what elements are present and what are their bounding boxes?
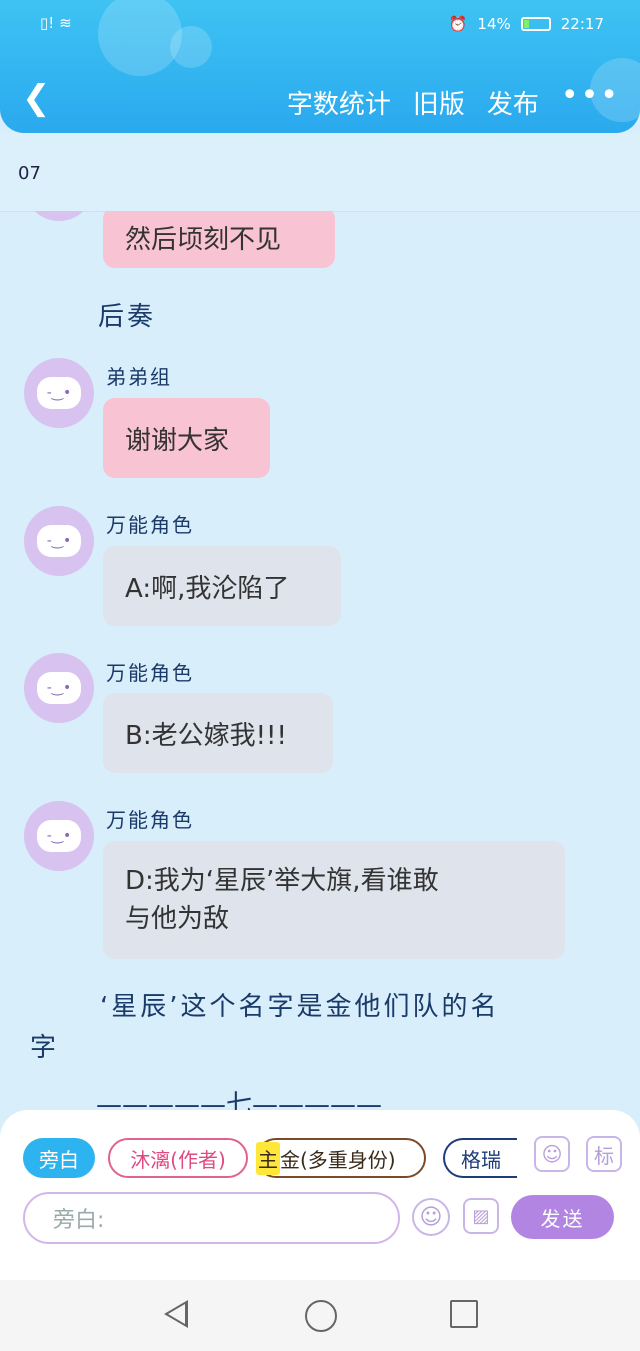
alarm-icon: ⏰: [448, 15, 468, 33]
message-text: B:老公嫁我!!!: [125, 720, 287, 751]
clock: 22:17: [560, 15, 604, 33]
back-button[interactable]: ❮: [22, 78, 51, 118]
avatar[interactable]: -‿•: [24, 211, 94, 221]
message-bubble[interactable]: 谢谢大家: [103, 398, 270, 478]
message-text: 与他为敌: [125, 904, 230, 934]
publish-button[interactable]: 发布: [487, 84, 539, 121]
chat-bubble-icon: -‿•: [37, 672, 81, 704]
square-recent-icon[interactable]: [450, 1300, 478, 1328]
role-tab-narrator[interactable]: 旁白: [23, 1138, 95, 1178]
chat-list[interactable]: -‿• 然后顷刻不见 后奏 -‿• 弟弟组 谢谢大家 -‿• 万能角色 A:啊,…: [0, 211, 640, 1111]
message-input[interactable]: 旁白:: [23, 1192, 400, 1244]
status-bar: ▯! ≋ ⏰ 14% 22:17: [0, 12, 640, 40]
message-text: A:啊,我沦陷了: [125, 573, 290, 604]
chapter-bar: 07: [0, 133, 640, 212]
role-tab-label: 沐漓(作者): [130, 1147, 226, 1172]
wifi-icon: ≋: [59, 14, 72, 32]
avatar[interactable]: -‿•: [24, 801, 94, 871]
character-name: 弟弟组: [106, 365, 172, 389]
profile-button[interactable]: ☺: [534, 1136, 570, 1172]
avatar[interactable]: -‿•: [24, 358, 94, 428]
send-button[interactable]: 发送: [511, 1195, 614, 1239]
message-text: 然后顷刻不见: [125, 225, 282, 255]
role-tab-gereui[interactable]: 格瑞: [443, 1138, 517, 1178]
message-bubble[interactable]: B:老公嫁我!!!: [103, 693, 333, 773]
chat-bubble-icon: -‿•: [37, 820, 81, 852]
circle-home-icon[interactable]: [305, 1300, 337, 1332]
sim-alert-icon: ▯!: [40, 14, 55, 32]
chat-bubble-icon: -‿•: [37, 377, 81, 409]
chapter-number: 07: [18, 163, 41, 184]
old-version-button[interactable]: 旧版: [413, 84, 465, 121]
word-count-button[interactable]: 字数统计: [287, 84, 391, 121]
image-icon: ▨: [472, 1205, 490, 1227]
triangle-back-icon[interactable]: [164, 1300, 188, 1328]
narration-text: 后奏: [98, 302, 157, 332]
message-text: 谢谢大家: [125, 425, 230, 456]
role-tab-author[interactable]: 沐漓(作者): [108, 1138, 248, 1178]
chat-bubble-icon: -‿•: [37, 525, 81, 557]
character-name: 万能角色: [106, 808, 194, 832]
role-tab-gold[interactable]: 主 金(多重身份): [256, 1138, 426, 1178]
top-header: ▯! ≋ ⏰ 14% 22:17 ❮ 字数统计 旧版 发布 •••: [0, 0, 640, 133]
avatar[interactable]: -‿•: [24, 653, 94, 723]
message-bubble[interactable]: D:我为‘星辰’举大旗,看谁敢 与他为敌: [103, 841, 565, 959]
signal-icons: ▯! ≋: [40, 14, 72, 32]
person-card-icon: ☺: [541, 1142, 563, 1166]
smile-icon: ☺: [419, 1204, 443, 1230]
message-text: D:我为‘星辰’举大旗,看谁敢: [125, 866, 439, 896]
tag-button[interactable]: 标: [586, 1136, 622, 1172]
narration-text: —————七—————: [96, 1090, 383, 1111]
system-nav-bar: [0, 1280, 640, 1351]
chevron-left-icon: ❮: [22, 78, 51, 118]
composer-panel: 旁白 沐漓(作者) 主 金(多重身份) 格瑞 ☺ 标 旁白: ☺ ▨ 发送: [0, 1110, 640, 1280]
more-button[interactable]: •••: [561, 78, 620, 121]
battery-percent: 14%: [477, 15, 511, 33]
narration-text: ‘星辰’这个名字是金他们队的名: [100, 992, 500, 1022]
message-bubble[interactable]: 然后顷刻不见: [103, 211, 335, 268]
avatar[interactable]: -‿•: [24, 506, 94, 576]
image-button[interactable]: ▨: [463, 1198, 499, 1234]
role-tab-label: 金(多重身份): [280, 1147, 396, 1172]
emoji-button[interactable]: ☺: [412, 1198, 450, 1236]
character-name: 万能角色: [106, 661, 194, 685]
narration-text: 字: [30, 1033, 60, 1063]
input-placeholder: 旁白:: [53, 1208, 105, 1233]
character-name: 万能角色: [106, 513, 194, 537]
role-tab-label: 格瑞: [461, 1147, 501, 1172]
message-bubble[interactable]: A:啊,我沦陷了: [103, 546, 341, 626]
role-tab-label: 旁白: [39, 1147, 79, 1172]
role-tab-highlight: 主: [256, 1141, 280, 1175]
tag-label: 标: [594, 1143, 614, 1168]
battery-icon: [520, 17, 551, 31]
